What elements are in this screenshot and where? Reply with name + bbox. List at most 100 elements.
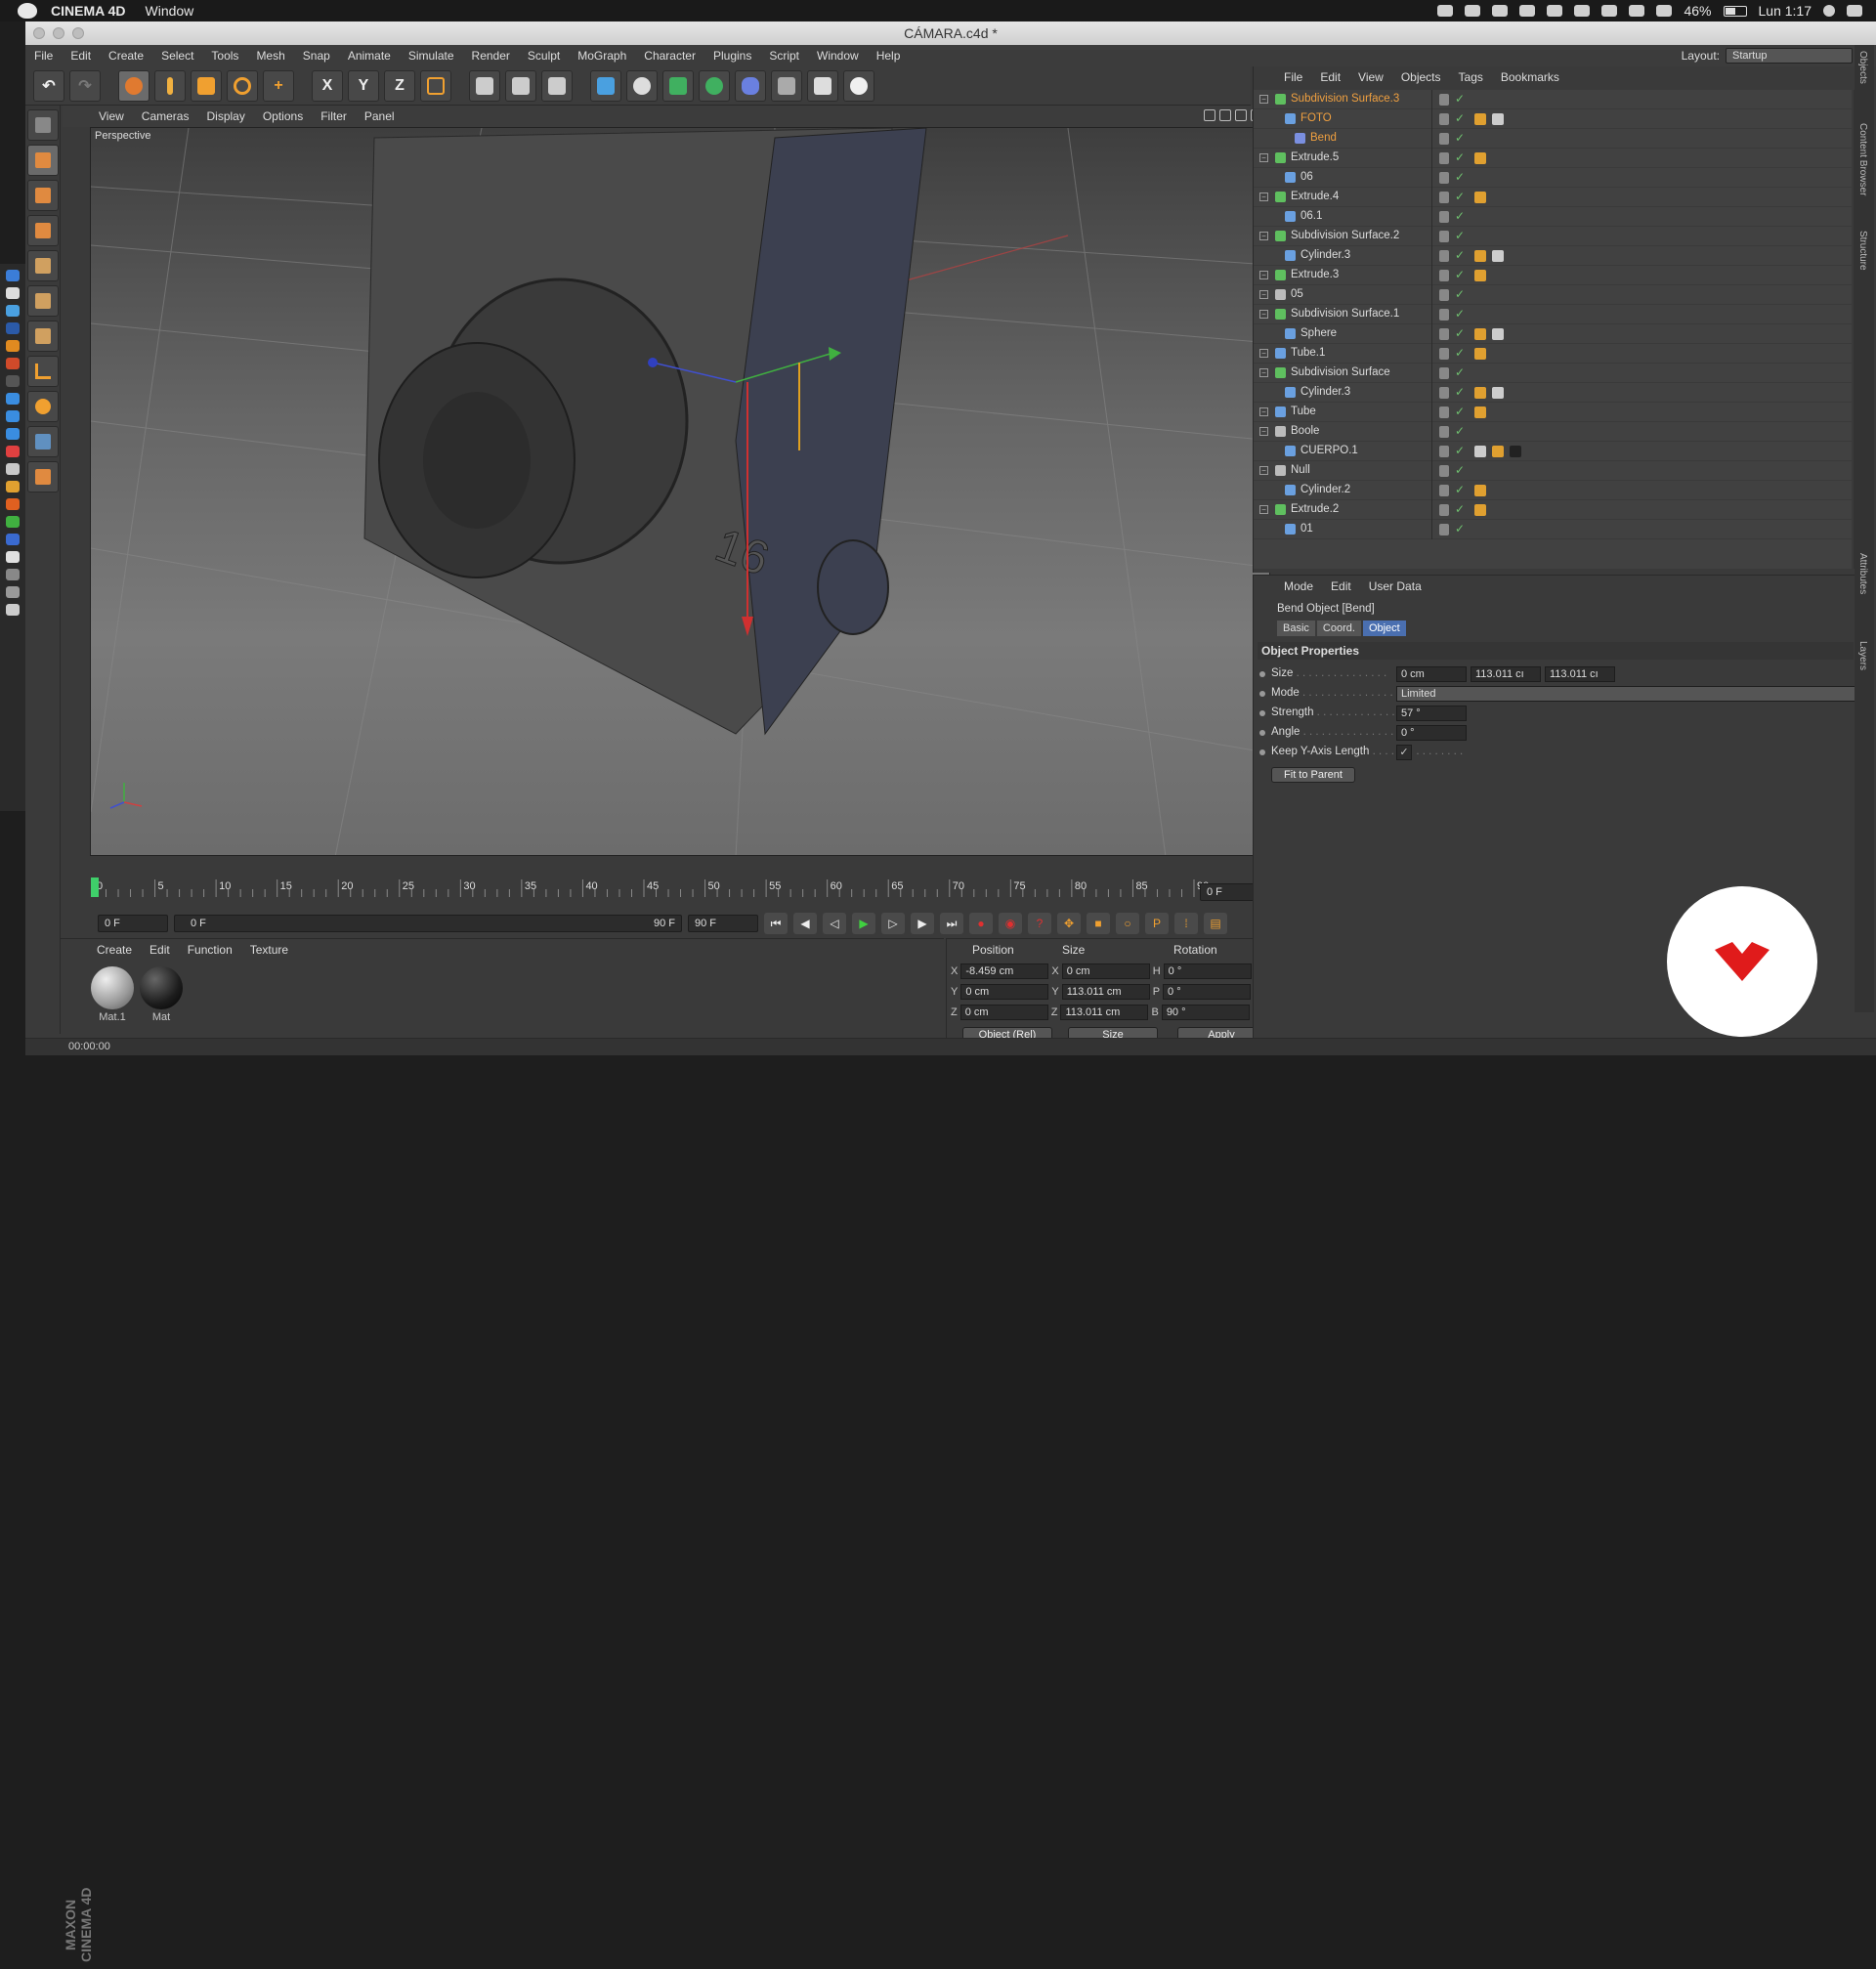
object-name[interactable]: FOTO: [1300, 112, 1332, 124]
menu-animate[interactable]: Animate: [339, 49, 400, 63]
layer-icon[interactable]: [1439, 211, 1449, 223]
object-tag-icon[interactable]: [1492, 250, 1504, 262]
object-name[interactable]: Bend: [1310, 132, 1337, 144]
expand-toggle-icon[interactable]: −: [1259, 368, 1268, 377]
layer-icon[interactable]: [1439, 446, 1449, 457]
om-menu-tags[interactable]: Tags: [1450, 70, 1492, 84]
menu-script[interactable]: Script: [760, 49, 808, 63]
menu-mograph[interactable]: MoGraph: [569, 49, 635, 63]
status-icon[interactable]: [1465, 5, 1481, 17]
render-picture-viewer-button[interactable]: [505, 69, 536, 102]
expand-toggle-icon[interactable]: −: [1259, 232, 1268, 240]
viewport-scene[interactable]: 16: [91, 128, 1270, 856]
menu-sculpt[interactable]: Sculpt: [519, 49, 569, 63]
object-row[interactable]: − Subdivision Surface.1 ✓: [1254, 305, 1852, 324]
object-tag-icon[interactable]: [1510, 446, 1521, 457]
enabled-check-icon[interactable]: ✓: [1455, 92, 1465, 106]
enabled-check-icon[interactable]: ✓: [1455, 483, 1465, 496]
menu-file[interactable]: File: [25, 49, 62, 63]
enabled-check-icon[interactable]: ✓: [1455, 307, 1465, 321]
object-row[interactable]: Cylinder.3 ✓: [1254, 383, 1852, 403]
keep-y-axis-checkbox[interactable]: ✓: [1396, 745, 1412, 760]
cube-object-button[interactable]: [590, 69, 621, 102]
layer-icon[interactable]: [1439, 348, 1449, 360]
layer-icon[interactable]: [1439, 231, 1449, 242]
position-y-field[interactable]: 0 cm: [960, 984, 1049, 1000]
record-key-button[interactable]: ●: [969, 913, 993, 934]
render-view-button[interactable]: [469, 69, 500, 102]
viewport-menu-view[interactable]: View: [90, 109, 133, 123]
menu-render[interactable]: Render: [463, 49, 519, 63]
object-row[interactable]: 06 ✓: [1254, 168, 1852, 188]
expand-toggle-icon[interactable]: −: [1259, 95, 1268, 104]
material-preview[interactable]: [91, 966, 134, 1009]
object-name[interactable]: Null: [1291, 464, 1310, 476]
snap-button[interactable]: [27, 426, 59, 457]
texture-mode-button[interactable]: [27, 180, 59, 211]
add-tool[interactable]: +: [263, 69, 294, 102]
tab-object[interactable]: Object: [1362, 621, 1406, 636]
previous-frame-button[interactable]: ◁: [823, 913, 846, 934]
material-menu-edit[interactable]: Edit: [141, 943, 179, 957]
go-to-end-button[interactable]: ⏭: [940, 913, 963, 934]
size-y-input[interactable]: 113.011 cı: [1471, 666, 1541, 682]
side-tab-objects[interactable]: Objects: [1857, 51, 1868, 84]
material-mat1[interactable]: Mat.1: [90, 966, 135, 1023]
go-to-start-button[interactable]: ⏮: [764, 913, 788, 934]
timeline-window-button[interactable]: ▤: [1204, 913, 1227, 934]
time-machine-icon[interactable]: [1574, 5, 1591, 17]
light-button[interactable]: [843, 69, 874, 102]
layer-icon[interactable]: [1439, 367, 1449, 379]
layer-icon[interactable]: [1439, 289, 1449, 301]
object-name[interactable]: Cylinder.3: [1300, 249, 1350, 261]
enabled-check-icon[interactable]: ✓: [1455, 131, 1465, 145]
rotate-view-icon[interactable]: [1235, 109, 1247, 121]
notification-center-icon[interactable]: [1847, 5, 1862, 17]
dock-app-icon[interactable]: [6, 481, 20, 492]
model-mode-button[interactable]: [27, 145, 59, 176]
object-name[interactable]: Extrude.5: [1291, 151, 1339, 163]
object-tag-icon[interactable]: [1492, 328, 1504, 340]
object-tag-icon[interactable]: [1474, 348, 1486, 360]
object-tag-icon[interactable]: [1474, 152, 1486, 164]
locked-workplane-button[interactable]: [27, 461, 59, 492]
y-axis-lock[interactable]: Y: [348, 69, 379, 102]
size-x-field[interactable]: 0 cm: [1061, 963, 1150, 979]
object-name[interactable]: 06.1: [1300, 210, 1322, 222]
dock-app-icon[interactable]: [6, 322, 20, 334]
layer-icon[interactable]: [1439, 152, 1449, 164]
object-name[interactable]: 05: [1291, 288, 1303, 300]
spline-pen-button[interactable]: [626, 69, 658, 102]
menu-character[interactable]: Character: [635, 49, 704, 63]
object-tag-icon[interactable]: [1474, 250, 1486, 262]
side-tab-structure[interactable]: Structure: [1857, 231, 1868, 271]
dock-app-icon[interactable]: [6, 586, 20, 598]
dock-app-icon[interactable]: [6, 428, 20, 440]
layer-icon[interactable]: [1439, 172, 1449, 184]
layer-icon[interactable]: [1439, 524, 1449, 535]
layer-icon[interactable]: [1439, 309, 1449, 321]
expand-toggle-icon[interactable]: −: [1259, 407, 1268, 416]
material-mat[interactable]: Mat: [139, 966, 184, 1023]
spotlight-icon[interactable]: [1823, 5, 1835, 17]
range-slider[interactable]: 0 F 90 F: [174, 915, 682, 932]
zoom-window-button[interactable]: [72, 27, 84, 39]
autokey-button[interactable]: ◉: [999, 913, 1022, 934]
enabled-check-icon[interactable]: ✓: [1455, 190, 1465, 203]
object-tag-icon[interactable]: [1474, 407, 1486, 418]
object-tag-icon[interactable]: [1474, 270, 1486, 281]
animate-dot-icon[interactable]: [1259, 730, 1265, 736]
points-mode-button[interactable]: [27, 250, 59, 281]
dock-app-icon[interactable]: [6, 410, 20, 422]
expand-toggle-icon[interactable]: −: [1259, 290, 1268, 299]
menu-snap[interactable]: Snap: [294, 49, 339, 63]
attr-menu-user-data[interactable]: User Data: [1360, 579, 1430, 593]
battery-icon[interactable]: [1723, 5, 1747, 17]
object-name[interactable]: Cylinder.2: [1300, 484, 1350, 495]
gizmo-z-handle[interactable]: [648, 358, 658, 367]
viewport-menu-cameras[interactable]: Cameras: [133, 109, 198, 123]
size-x-input[interactable]: 0 cm: [1396, 666, 1467, 682]
record-parameter-button[interactable]: P: [1145, 913, 1169, 934]
material-menu-function[interactable]: Function: [179, 943, 241, 957]
object-row[interactable]: Cylinder.3 ✓: [1254, 246, 1852, 266]
